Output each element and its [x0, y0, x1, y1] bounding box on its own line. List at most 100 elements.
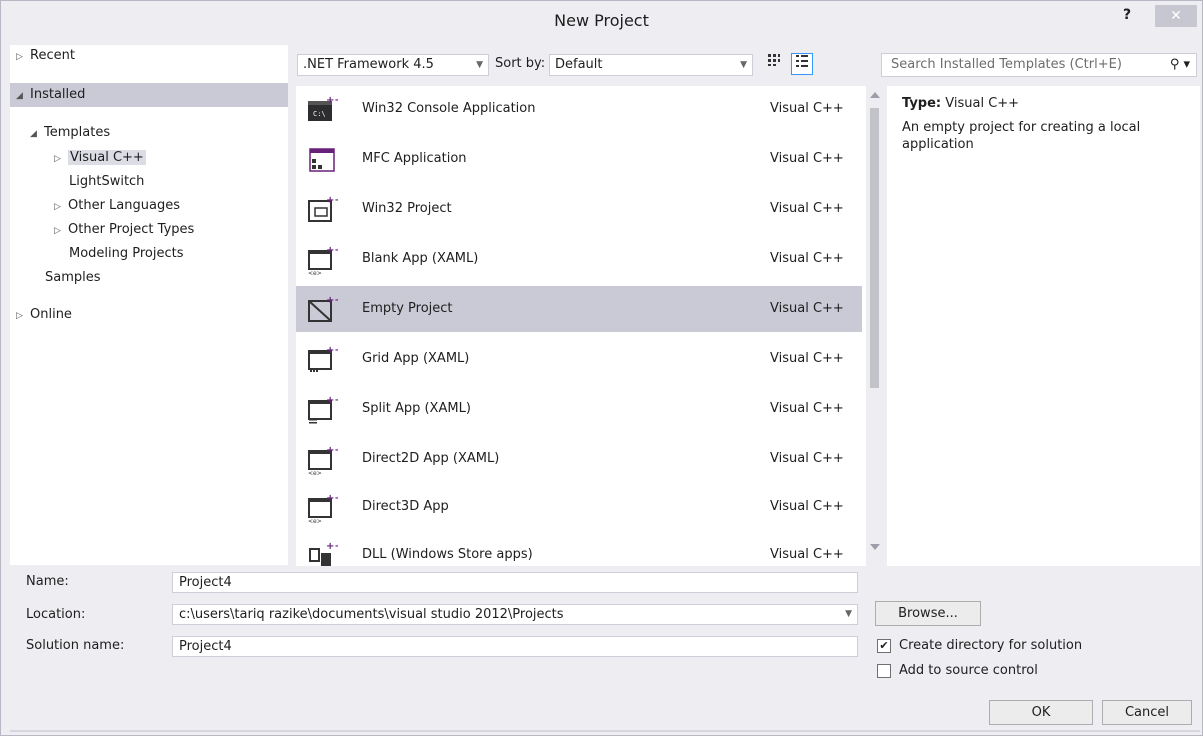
template-name: Empty Project	[362, 301, 453, 316]
scroll-up-arrow-icon[interactable]	[870, 92, 880, 98]
template-category-tree: ▷ Recent ◢ Installed ◢ Templates ▷ Visual C+…	[10, 45, 288, 565]
svg-text:<e>: <e>	[308, 270, 322, 275]
location-value: c:\users\tariq razike\documents\visual s…	[179, 607, 564, 622]
direct2d-app-icon: <e> ++	[308, 445, 338, 475]
tree-item-templates[interactable]: ◢ Templates	[30, 121, 110, 145]
svg-text:C:\: C:\	[313, 110, 326, 118]
tree-item-modeling-projects[interactable]: Modeling Projects	[69, 242, 184, 266]
template-name: Grid App (XAML)	[362, 351, 470, 366]
scroll-thumb[interactable]	[870, 108, 879, 388]
tree-item-recent[interactable]: ▷ Recent	[16, 44, 282, 68]
tree-item-other-languages[interactable]: ▷ Other Languages	[54, 194, 180, 218]
dll-icon: ++	[309, 541, 338, 566]
template-name: Split App (XAML)	[362, 401, 471, 416]
sort-dropdown[interactable]: Default ▼	[549, 54, 753, 76]
win32-project-icon: ++	[308, 195, 338, 222]
search-templates-input[interactable]: Search Installed Templates (Ctrl+E) ⚲ ▾	[881, 53, 1197, 77]
console-app-icon: C:\ ++	[308, 95, 338, 121]
chevron-down-icon: ▼	[476, 60, 483, 70]
tree-item-label: Recent	[30, 48, 75, 63]
template-name: Direct3D App	[362, 499, 449, 514]
template-language: Visual C++	[770, 499, 844, 514]
template-row-split-app[interactable]: ++ Split App (XAML) Visual C++	[296, 386, 862, 432]
tree-item-installed[interactable]: ◢ Installed	[10, 83, 288, 107]
template-name: MFC Application	[362, 151, 467, 166]
template-row-blank-app[interactable]: <e> ++ Blank App (XAML) Visual C++	[296, 236, 862, 282]
svg-text:++: ++	[326, 541, 338, 552]
list-view-icon	[796, 55, 808, 67]
search-placeholder: Search Installed Templates (Ctrl+E)	[891, 57, 1122, 72]
solution-name-input[interactable]: Project4	[172, 636, 858, 657]
tree-item-online[interactable]: ▷ Online	[16, 303, 72, 327]
framework-value: .NET Framework 4.5	[303, 57, 434, 72]
expand-arrow-icon[interactable]: ▷	[54, 219, 68, 243]
template-language: Visual C++	[770, 201, 844, 216]
tree-item-lightswitch[interactable]: LightSwitch	[69, 170, 144, 194]
solution-name-label: Solution name:	[26, 638, 125, 653]
template-language: Visual C++	[770, 401, 844, 416]
chevron-down-icon: ▼	[740, 60, 747, 70]
template-language: Visual C++	[770, 151, 844, 166]
svg-text:++: ++	[326, 245, 338, 256]
template-row-direct3d-app[interactable]: <e> ++ Direct3D App Visual C++	[296, 484, 862, 530]
framework-dropdown[interactable]: .NET Framework 4.5 ▼	[297, 54, 489, 76]
template-name: Win32 Console Application	[362, 101, 536, 116]
chevron-down-icon[interactable]: ▼	[845, 605, 852, 624]
template-language: Visual C++	[770, 351, 844, 366]
template-list-scrollbar[interactable]	[866, 86, 883, 566]
template-row-mfc[interactable]: MFC Application Visual C++	[296, 136, 862, 182]
tree-item-label: Modeling Projects	[69, 246, 184, 261]
template-row-win32-console[interactable]: C:\ ++ Win32 Console Application Visual …	[296, 86, 862, 132]
template-language: Visual C++	[770, 251, 844, 266]
template-row-grid-app[interactable]: ++ Grid App (XAML) Visual C++	[296, 336, 862, 382]
template-name: Blank App (XAML)	[362, 251, 479, 266]
small-icons-view-button[interactable]	[763, 53, 785, 75]
search-icon[interactable]: ⚲ ▾	[1170, 54, 1190, 76]
dialog-title: New Project	[554, 11, 649, 30]
tree-item-label: Other Languages	[68, 198, 180, 213]
tree-item-label: Installed	[30, 87, 86, 102]
checkbox-checked-icon[interactable]: ✔	[877, 639, 891, 653]
sort-value: Default	[555, 57, 603, 72]
small-icons-icon	[768, 54, 780, 66]
tree-item-other-project-types[interactable]: ▷ Other Project Types	[54, 218, 194, 242]
collapse-arrow-icon[interactable]: ◢	[16, 84, 30, 108]
expand-arrow-icon[interactable]: ▷	[54, 195, 68, 219]
svg-text:<e>: <e>	[308, 518, 322, 523]
title-bar: New Project ? ✕	[1, 1, 1202, 43]
template-row-direct2d-app[interactable]: <e> ++ Direct2D App (XAML) Visual C++	[296, 436, 862, 482]
project-name-input[interactable]: Project4	[172, 572, 858, 593]
tree-item-visual-cpp[interactable]: ▷ Visual C++	[54, 146, 146, 170]
ok-button[interactable]: OK	[989, 700, 1093, 725]
cancel-button[interactable]: Cancel	[1102, 700, 1192, 725]
svg-text:++: ++	[326, 345, 338, 356]
mfc-app-icon	[309, 148, 335, 172]
close-button[interactable]: ✕	[1155, 5, 1197, 27]
list-view-button[interactable]	[791, 53, 813, 75]
checkbox-unchecked-icon[interactable]	[877, 664, 891, 678]
svg-text:++: ++	[326, 445, 338, 456]
template-description-panel: Type: Visual C++ An empty project for cr…	[887, 86, 1200, 566]
template-row-win32-project[interactable]: ++ Win32 Project Visual C++	[296, 186, 862, 232]
template-row-empty-project[interactable]: ++ Empty Project Visual C++	[296, 286, 862, 332]
scroll-down-arrow-icon[interactable]	[870, 544, 880, 550]
name-label: Name:	[26, 574, 69, 589]
collapse-arrow-icon[interactable]: ◢	[30, 122, 44, 146]
expand-arrow-icon[interactable]: ▷	[16, 45, 30, 69]
template-row-dll-store[interactable]: ++ DLL (Windows Store apps) Visual C++	[296, 532, 862, 566]
svg-text:++: ++	[326, 295, 338, 306]
browse-button[interactable]: Browse...	[875, 601, 981, 626]
type-value: Visual C++	[945, 96, 1020, 111]
template-name: DLL (Windows Store apps)	[362, 547, 533, 562]
xaml-app-icon: <e> ++	[308, 245, 338, 275]
help-button[interactable]: ?	[1119, 7, 1135, 27]
type-line: Type: Visual C++	[902, 96, 1185, 111]
location-combo[interactable]: c:\users\tariq razike\documents\visual s…	[172, 604, 858, 625]
expand-arrow-icon[interactable]: ▷	[16, 304, 30, 328]
checkbox-label: Add to source control	[899, 663, 1038, 678]
location-label: Location:	[26, 607, 86, 622]
expand-arrow-icon[interactable]: ▷	[54, 147, 68, 171]
tree-item-samples[interactable]: Samples	[45, 266, 101, 290]
tree-item-label: Online	[30, 307, 72, 322]
type-label: Type:	[902, 96, 942, 111]
